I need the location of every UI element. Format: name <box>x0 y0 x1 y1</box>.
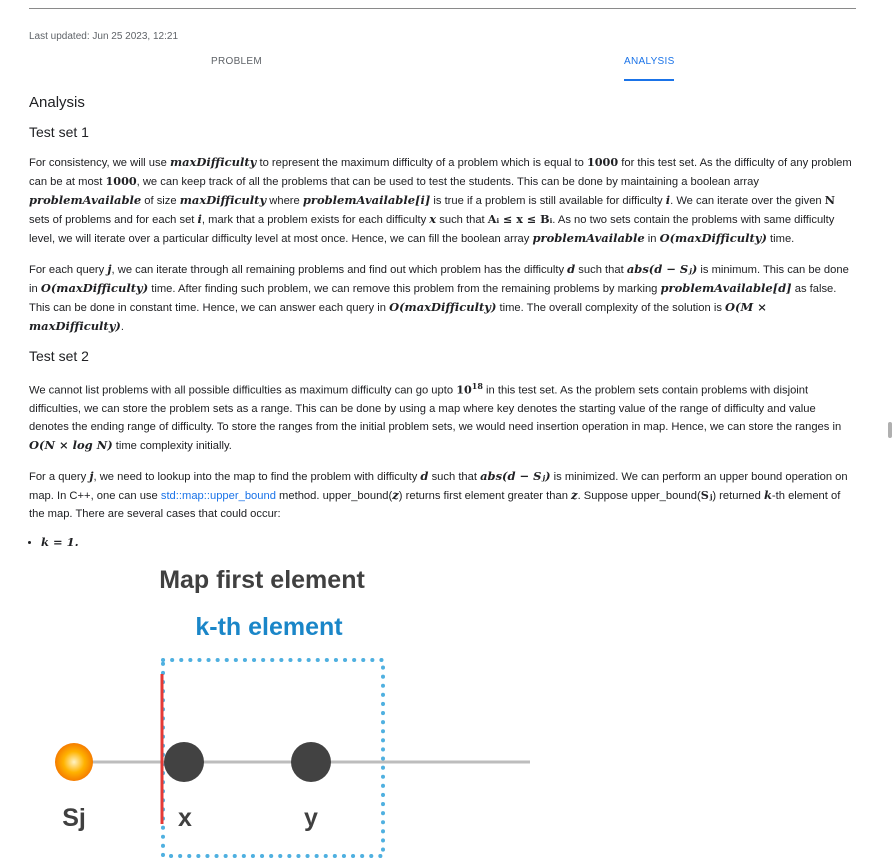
cases-list: k = 1. <box>29 535 856 549</box>
diagram-title: Map first element <box>159 566 365 594</box>
test-set-2-heading: Test set 2 <box>29 348 89 364</box>
list-item: k = 1. <box>41 535 856 549</box>
map-diagram: Map first element k-th element Sj x y <box>55 566 530 858</box>
test-set-2-paragraph-2: For a query j, we need to lookup into th… <box>29 468 848 520</box>
test-set-1-paragraph-1: For consistency, we will use maxDifficul… <box>29 155 852 245</box>
diagram-subtitle: k-th element <box>195 613 343 641</box>
test-set-2-paragraph-1: We cannot list problems with all possibl… <box>29 381 842 452</box>
top-divider <box>29 8 856 9</box>
tab-problem[interactable]: PROBLEM <box>211 56 262 67</box>
test-set-1-paragraph-2: For each query j, we can iterate through… <box>29 262 849 333</box>
tab-analysis-underline <box>624 79 674 81</box>
y-point <box>291 742 331 782</box>
sj-point <box>55 743 93 781</box>
test-set-1-heading: Test set 1 <box>29 124 89 140</box>
y-label: y <box>304 804 318 832</box>
sj-label: Sj <box>62 804 86 832</box>
analysis-content: Analysis Test set 1 For consistency, we … <box>29 94 856 549</box>
last-updated: Last updated: Jun 25 2023, 12:21 <box>29 31 179 42</box>
scrollbar-thumb[interactable] <box>888 422 892 438</box>
tab-analysis[interactable]: ANALYSIS <box>624 56 675 67</box>
upper-bound-doc-link[interactable]: std::map::upper_bound <box>161 490 276 502</box>
analysis-title: Analysis <box>29 94 85 111</box>
x-label: x <box>178 804 192 832</box>
x-point <box>164 742 204 782</box>
